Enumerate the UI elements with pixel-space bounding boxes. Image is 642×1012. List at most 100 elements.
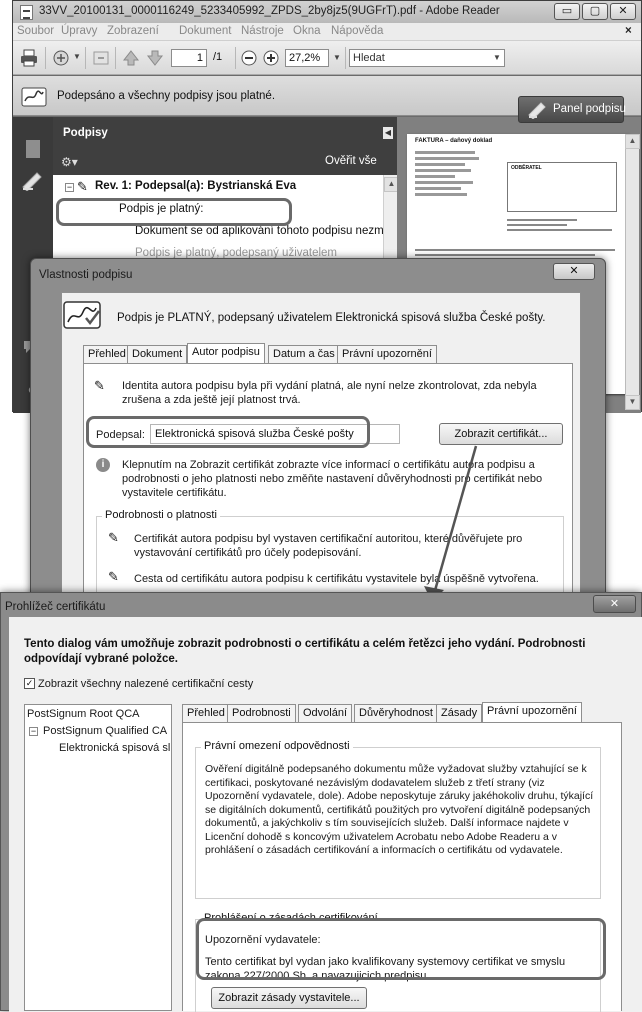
signatures-panel-toolbar: ⚙▾ Ověřit vše [53,151,397,175]
signature-panel-pen-icon [528,102,546,119]
share-icon[interactable] [51,48,71,68]
identity-pen-icon: ✎ [94,378,105,393]
zoom-dropdown-icon[interactable]: ▼ [333,53,341,62]
signatures-panel-title: Podpisy [63,127,108,139]
signature-properties-close-button[interactable]: ✕ [553,263,595,280]
signature-author-tab-content: ✎ Identita autora podpisu byla při vydán… [83,363,573,606]
menu-nastroje[interactable]: Nástroje [241,25,284,37]
tab-pravni-upozorneni[interactable]: Právní upozornění [337,345,437,363]
certificate-viewer-close-button[interactable]: ✕ [593,595,636,613]
signature-valid-icon [63,301,101,329]
pdf-document-icon [20,5,33,20]
menu-okna[interactable]: Okna [293,25,321,37]
signature-properties-title: Vlastnosti podpisu [39,269,133,281]
tab-cert-prehled[interactable]: Přehled [182,704,230,722]
collapse-node-icon[interactable]: − [65,183,74,192]
tab-autor-podpisu[interactable]: Autor podpisu [187,343,265,363]
print-icon[interactable] [19,48,39,68]
validity-item-path: Cesta od certifikátu autora podpisu k ce… [134,573,539,585]
legal-disclaimer-label: Právní omezení odpovědnosti [201,740,353,752]
menu-close-document-icon[interactable]: × [625,25,632,37]
document-scrollbar[interactable]: ▲ ▼ [625,134,640,410]
signature-pen-icon [21,87,47,107]
reader-menubar: Soubor Úpravy Zobrazení Dokument Nástroj… [13,23,641,41]
reader-toolbar: ▼ 1 /1 27,2% ▼ Hledat ▼ [13,41,641,75]
validity-item-issuer: Certifikát autora podpisu byl vystaven c… [134,533,523,559]
certificate-viewer-title: Prohlížeč certifikátu [5,601,106,613]
invoice-details-block [507,216,617,234]
tree-qualified-ca[interactable]: PostSignum Qualified CA [43,724,167,738]
show-issuer-policy-button[interactable]: Zobrazit zásady vystavitele... [211,987,367,1009]
menu-upravy[interactable]: Úpravy [61,25,97,37]
menu-zobrazeni[interactable]: Zobrazení [107,25,159,37]
tree-collapse-icon[interactable]: − [29,727,38,736]
tab-cert-pravni-upozorneni[interactable]: Právní upozornění [482,702,582,722]
menu-dokument[interactable]: Dokument [179,25,231,37]
certificate-info-text: Klepnutím na Zobrazit certifikát zobrazt… [122,459,543,499]
close-button[interactable]: ✕ [610,3,636,20]
zoom-in-icon[interactable] [261,48,281,68]
signatures-panel-header: Podpisy ◀ [53,117,397,151]
callout-arrow [424,445,478,602]
show-all-paths-label: Zobrazit všechny nalezené certifikační c… [38,678,254,690]
signed-by-callout-highlight [86,416,370,448]
tab-cert-podrobnosti[interactable]: Podrobnosti [227,704,296,722]
signatures-tree-scrollbar[interactable]: ▲ [383,175,399,267]
page-total-label: /1 [213,51,223,63]
info-icon: i [96,458,110,472]
signature-callout-highlight [56,198,292,226]
previous-page-icon[interactable] [121,48,141,68]
zoom-level-select[interactable]: 27,2% [285,49,329,67]
legal-disclaimer-text: Ověření digitálně podepsaného dokumentu … [205,763,594,856]
document-unchanged-item[interactable]: Dokument se od aplikování tohoto podpisu… [135,225,385,237]
signatures-panel-icon[interactable] [21,169,45,191]
tab-datum-a-cas[interactable]: Datum a čas [268,345,340,363]
tab-cert-zasady[interactable]: Zásady [436,704,483,722]
show-all-paths-checkbox[interactable]: ✓ [24,678,35,689]
page-thumbnails-icon[interactable] [25,139,41,159]
validity-path-pen-icon: ✎ [108,569,119,584]
invoice-supplier-block [415,148,485,218]
document-scroll-down-icon[interactable]: ▼ [625,395,640,410]
search-dropdown-icon[interactable]: ▼ [493,53,501,62]
menu-soubor[interactable]: Soubor [17,25,54,37]
reader-titlebar: 33VV_20100131_0000116249_5233405992_ZPDS… [13,1,641,23]
zoom-out-icon[interactable] [239,48,259,68]
verify-all-link[interactable]: Ověřit vše [325,155,377,167]
next-page-icon[interactable] [145,48,165,68]
customer-box-label: ODBĚRATEL [511,165,542,171]
options-gear-icon[interactable]: ⚙▾ [61,155,78,169]
signature-valid-header: Podpis je PLATNÝ, podepsaný uživatelem E… [117,312,546,324]
menu-napoveda[interactable]: Nápověda [331,25,383,37]
maximize-button[interactable]: ▢ [582,3,608,20]
reader-window-title: 33VV_20100131_0000116249_5233405992_ZPDS… [39,5,500,17]
share-dropdown-icon[interactable]: ▼ [73,52,81,61]
signature-panel-button[interactable]: Panel podpisu [518,96,626,123]
signature-properties-tabs: Přehled Dokument Autor podpisu Datum a č… [83,343,553,365]
minimize-button[interactable]: ▭ [554,3,580,20]
tree-signer-certificate[interactable]: Elektronická spisová sl [59,741,171,755]
invoice-customer-box: ODBĚRATEL [507,162,617,212]
tab-cert-duveryhodnost[interactable]: Důvěryhodnost [354,704,438,722]
issuer-notice-callout-highlight [196,918,606,980]
export-icon[interactable] [91,48,111,68]
certificate-viewer-tabs: Přehled Podrobnosti Odvolání Důvěryhodno… [182,702,622,724]
signature-icon: ✎ [77,179,88,194]
collapse-panel-icon[interactable]: ◀ [383,127,393,139]
tab-dokument[interactable]: Dokument [127,345,188,363]
certificate-viewer-intro: Tento dialog vám umožňuje zobrazit podro… [24,638,586,665]
tab-cert-odvolani[interactable]: Odvolání [298,704,353,722]
revision-signature-item[interactable]: Rev. 1: Podepsal(a): Bystrianská Eva [95,180,296,192]
signatures-panel: Podpisy ◀ ⚙▾ Ověřit vše − ✎ Rev. 1: Pode… [53,117,399,267]
validity-pen-icon: ✎ [108,530,119,545]
tree-root-ca[interactable]: PostSignum Root QCA [27,707,140,721]
page-number-input[interactable]: 1 [171,49,207,67]
identity-note: Identita autora podpisu byla při vydání … [122,380,537,406]
document-scroll-up-icon[interactable]: ▲ [625,134,640,149]
invoice-heading: FAKTURA – daňový doklad [415,138,493,144]
search-input[interactable]: Hledat [349,49,505,67]
signature-panel-button-label: Panel podpisu [553,103,626,115]
certificate-path-tree: PostSignum Root QCA − PostSignum Qualifi… [24,704,172,1011]
show-certificate-button[interactable]: Zobrazit certifikát... [439,423,563,445]
tab-prehled[interactable]: Přehled [83,345,131,363]
